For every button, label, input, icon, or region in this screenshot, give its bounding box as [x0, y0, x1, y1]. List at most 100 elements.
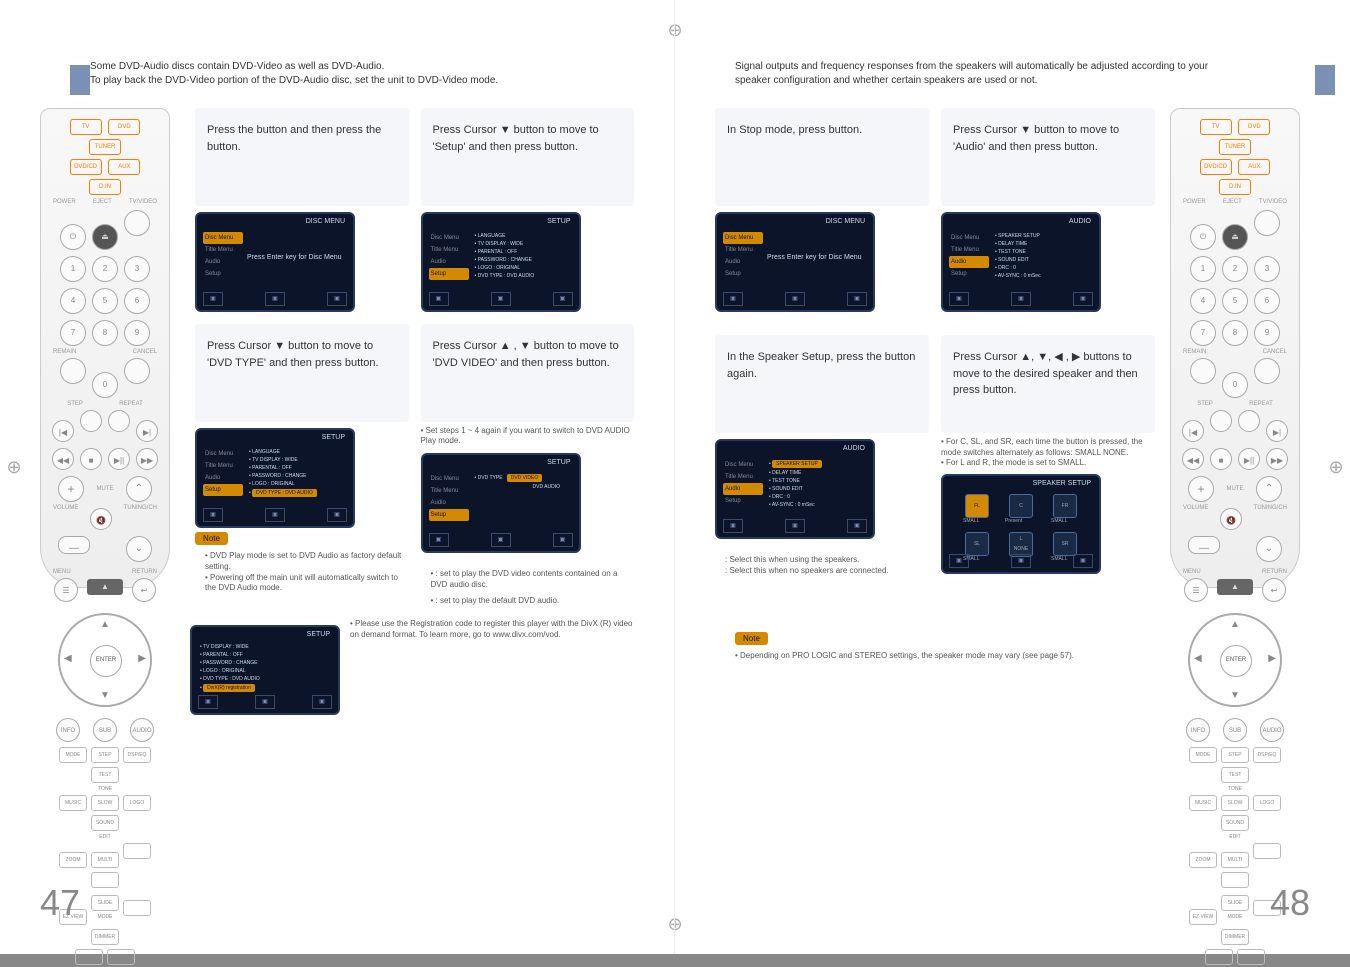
osd-side-title: Title Menu: [949, 244, 989, 256]
steps-grid: Press the button and then press the butt…: [195, 108, 634, 607]
remote-btn-vol-up: +: [58, 476, 84, 502]
note-label: Note: [195, 532, 228, 545]
remote-btn-skip-fwd: ▶|: [136, 420, 158, 442]
step-4: Press Cursor ▲ , ▼ button to move to 'DV…: [421, 324, 635, 607]
osd-item-delay: • DELAY TIME: [769, 469, 867, 477]
remote-btn-ff: ▶▶: [136, 448, 158, 470]
remote-btn-7: 7: [60, 320, 86, 346]
osd-center-msg: Press Enter key for Disc Menu: [767, 254, 862, 261]
osd-side-disc: Disc Menu: [429, 473, 469, 485]
notes-left: • DVD Play mode is set to DVD Audio as f…: [195, 551, 409, 594]
label-small-l: SMALL: [963, 518, 979, 524]
osd-icon-1: ▣: [198, 695, 218, 709]
note-dvdaudio: • : set to play the default DVD audio.: [431, 596, 635, 607]
remote-btn-repeat: [108, 410, 130, 432]
remote-btn-mute: 🔇: [90, 508, 112, 530]
osd-icon-3: ▣: [327, 292, 347, 306]
osd-item-lang: • LANGUAGE: [475, 232, 573, 240]
remote-btn-cancel: [124, 358, 150, 384]
osd-icon-2: ▣: [491, 533, 511, 547]
osd-side-audio: Audio: [203, 256, 243, 268]
remote-btn-remain: [60, 358, 86, 384]
osd-title: AUDIO: [843, 445, 865, 452]
remote-btn-playpause: ▶||: [108, 448, 130, 470]
note-dvdvideo: • : set to play the DVD video contents c…: [431, 569, 635, 591]
osd-side-disc: Disc Menu: [203, 448, 243, 460]
osd-item-parental: • PARENTAL : OFF: [200, 651, 332, 659]
osd-item-av: • AV-SYNC : 0 mSec: [769, 501, 867, 509]
osd-icon-2: ▣: [265, 292, 285, 306]
osd-step-2: SETUP Disc Menu Title Menu Audio Setup •…: [421, 212, 581, 312]
remote-btn-tv: TV: [70, 119, 102, 135]
page-number-right: 48: [1270, 882, 1310, 924]
osd-step-4: SPEAKER SETUP FL C FR SL LNONE SR SMALL …: [941, 474, 1101, 574]
step-4-note-2: • For L and R, the mode is set to SMALL.: [941, 458, 1155, 468]
remote-btn-blank2: [91, 872, 119, 888]
osd-title: DISC MENU: [306, 218, 345, 225]
remote-dpad: ENTER ▲▼◀▶: [1188, 613, 1282, 707]
osd-side-setup: Setup: [203, 484, 243, 496]
page-47: Some DVD-Audio discs contain DVD-Video a…: [0, 0, 675, 954]
remote-btn-info: INFO: [56, 718, 80, 742]
intro-line-1: Some DVD-Audio discs contain DVD-Video a…: [90, 60, 634, 74]
osd-item-tvdisp: • TV DISPLAY : WIDE: [475, 240, 573, 248]
remote-label-menu: MENU: [53, 569, 71, 575]
remote-btn-blank1: [123, 843, 151, 859]
osd-side-title: Title Menu: [203, 460, 243, 472]
osd-icon-3: ▣: [327, 508, 347, 522]
note-a: • DVD Play mode is set to DVD Audio as f…: [205, 551, 409, 573]
osd-title: SETUP: [547, 459, 570, 466]
step-2: Press Cursor ▼ button to move to 'Setup'…: [421, 108, 635, 312]
remote-btn-step2: STEP: [91, 747, 119, 763]
manual-spread: ⊕ ⊕ ⊕ ⊕ Some DVD-Audio discs contain DVD…: [0, 0, 1350, 954]
remote-column: TV DVD TUNER DVD/CD AUX D.IN POWER EJECT…: [1170, 108, 1310, 588]
osd-side-disc: Disc Menu: [429, 232, 469, 244]
osd-icon-3: ▣: [553, 533, 573, 547]
osd-item-divxr: • DivX(R) registration: [200, 683, 332, 693]
osd-side-title: Title Menu: [203, 244, 243, 256]
osd-item-tvdisp: • TV DISPLAY : WIDE: [200, 643, 332, 651]
dpad-down-icon: ▼: [100, 690, 110, 701]
remote-btn-dsp: DSP/EQ: [123, 747, 151, 763]
remote-control-diagram: TV DVD TUNER DVD/CD AUX D.IN POWER EJECT…: [40, 108, 170, 588]
osd-center-msg: Press Enter key for Disc Menu: [247, 254, 342, 261]
remote-label-mute: MUTE: [97, 486, 114, 492]
dpad-right-icon: ▶: [138, 653, 146, 664]
remote-btn-2: 2: [92, 256, 118, 282]
osd-side-title: Title Menu: [429, 485, 469, 497]
osd-item-logo: • LOGO : ORIGINAL: [475, 264, 573, 272]
remote-btn-din: D.IN: [89, 179, 121, 195]
osd-icon-1: ▣: [203, 508, 223, 522]
remote-dpad: ENTER ▲ ▼ ◀ ▶: [58, 613, 152, 707]
osd-item-logo: • LOGO : ORIGINAL: [249, 480, 347, 488]
osd-item-parental: • PARENTAL : OFF: [249, 464, 347, 472]
label-present: Present: [1005, 518, 1022, 524]
osd-step-3: SETUP Disc Menu Title Menu Audio Setup •…: [195, 428, 355, 528]
remote-label-tuning: TUNING/CH: [124, 505, 157, 533]
page-48: Signal outputs and frequency responses f…: [675, 0, 1350, 954]
osd-side-audio: Audio: [723, 483, 763, 495]
kv-none: : Select this when no speakers are conne…: [725, 566, 929, 577]
osd-title: SETUP: [322, 434, 345, 441]
osd-title: DISC MENU: [826, 218, 865, 225]
remote-btn-power: ⏻: [60, 224, 86, 250]
osd-side-setup: Setup: [949, 268, 989, 280]
osd-side-disc: Disc Menu: [203, 232, 243, 244]
osd-item-dvdtype-hl: • DVD TYPE : DVD AUDIO: [249, 488, 347, 498]
remote-btn-tvvideo: [124, 210, 150, 236]
remote-btn-eject: ⏏: [92, 224, 118, 250]
remote-btn-step: [80, 410, 102, 432]
remote-control-diagram: TV DVD TUNER DVD/CD AUX D.IN POWER EJECT…: [1170, 108, 1300, 588]
speaker-box-c: C: [1009, 494, 1033, 518]
osd-step-3: AUDIO Disc Menu Title Menu Audio Setup •…: [715, 439, 875, 539]
step-3: Press Cursor ▼ button to move to 'DVD TY…: [195, 324, 409, 607]
remote-btn-blank3: [123, 900, 151, 916]
steps-grid: In Stop mode, press button. DISC MENU Di…: [715, 108, 1155, 588]
osd-item-logo: • LOGO : ORIGINAL: [200, 667, 332, 675]
remote-btn-9: 9: [124, 320, 150, 346]
remote-btn-6: 6: [124, 288, 150, 314]
section-tab: [70, 65, 90, 95]
remote-btn-logo: LOGO: [123, 795, 151, 811]
remote-btn-dvdcd: DVD/CD: [70, 159, 102, 175]
remote-btn-ch-down: ⌄: [126, 536, 152, 562]
